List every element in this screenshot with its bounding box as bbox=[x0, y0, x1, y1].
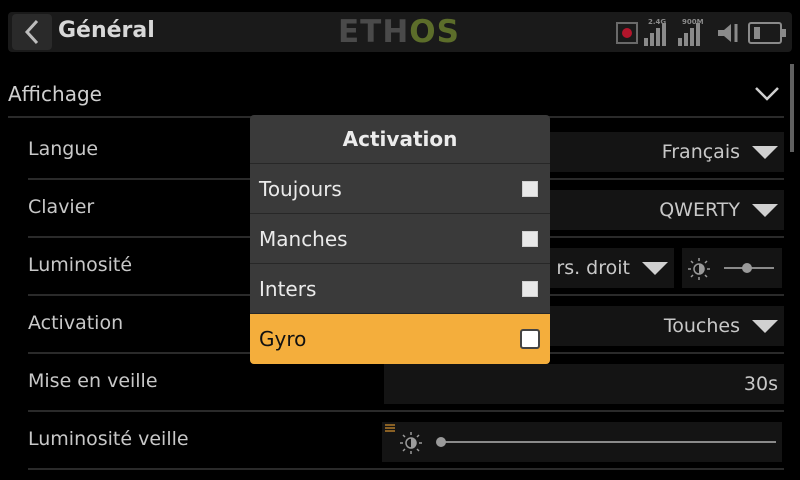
battery-icon bbox=[748, 22, 786, 44]
row-sleep-brightness: Luminosité veille bbox=[28, 414, 784, 470]
scrollbar[interactable] bbox=[790, 64, 794, 152]
checkbox[interactable] bbox=[522, 231, 538, 247]
speaker-icon bbox=[718, 24, 738, 42]
row-label: Luminosité bbox=[28, 254, 133, 276]
option-gyro[interactable]: Gyro bbox=[250, 314, 550, 364]
chevron-left-icon bbox=[24, 19, 39, 45]
ethos-logo: ETHOS bbox=[338, 14, 460, 50]
popup-title: Activation bbox=[250, 115, 550, 164]
activation-popup: Activation Toujours Manches Inters Gyro bbox=[250, 115, 550, 364]
row-label: Clavier bbox=[28, 196, 95, 218]
slider-knob[interactable] bbox=[742, 263, 752, 273]
signal-900m-icon: 900M bbox=[678, 18, 704, 46]
row-sleep: Mise en veille 30s bbox=[28, 356, 784, 412]
select-value: Français bbox=[661, 141, 740, 163]
section-label: Affichage bbox=[8, 82, 102, 106]
dropdown-caret-icon bbox=[752, 204, 778, 217]
option-label: Manches bbox=[259, 227, 348, 251]
top-bar: Général ETHOS 2.4G 900M bbox=[0, 0, 800, 64]
checkbox[interactable] bbox=[520, 329, 540, 349]
back-button[interactable] bbox=[12, 14, 52, 50]
option-label: Inters bbox=[259, 277, 317, 301]
menu-lines-icon bbox=[385, 424, 395, 432]
row-label: Activation bbox=[28, 312, 124, 334]
option-label: Gyro bbox=[259, 327, 307, 351]
option-manches[interactable]: Manches bbox=[250, 214, 550, 264]
option-inters[interactable]: Inters bbox=[250, 264, 550, 314]
option-label: Toujours bbox=[259, 177, 342, 201]
option-toujours[interactable]: Toujours bbox=[250, 164, 550, 214]
select-value: rs. droit bbox=[556, 257, 630, 279]
slider-track bbox=[438, 441, 776, 443]
dropdown-caret-icon bbox=[752, 146, 778, 159]
field-value: 30s bbox=[743, 373, 778, 395]
signal-2g4-icon: 2.4G bbox=[644, 18, 670, 46]
section-display[interactable]: Affichage bbox=[8, 72, 784, 118]
sleep-brightness-slider[interactable] bbox=[382, 422, 782, 462]
dropdown-caret-icon bbox=[752, 320, 778, 333]
brightness-icon bbox=[688, 258, 710, 280]
brightness-slider[interactable] bbox=[682, 248, 782, 288]
slider-knob[interactable] bbox=[436, 437, 446, 447]
record-icon bbox=[616, 22, 638, 44]
sleep-timeout-field[interactable]: 30s bbox=[384, 364, 784, 404]
checkbox[interactable] bbox=[522, 181, 538, 197]
row-label: Langue bbox=[28, 138, 99, 160]
row-label: Luminosité veille bbox=[28, 428, 189, 450]
dropdown-caret-icon bbox=[642, 262, 668, 275]
brightness-icon bbox=[400, 432, 422, 454]
chevron-down-icon bbox=[755, 87, 779, 101]
select-value: Touches bbox=[663, 315, 740, 337]
row-label: Mise en veille bbox=[28, 370, 158, 392]
page-title: Général bbox=[58, 18, 155, 43]
select-value: QWERTY bbox=[659, 199, 740, 221]
checkbox[interactable] bbox=[522, 281, 538, 297]
